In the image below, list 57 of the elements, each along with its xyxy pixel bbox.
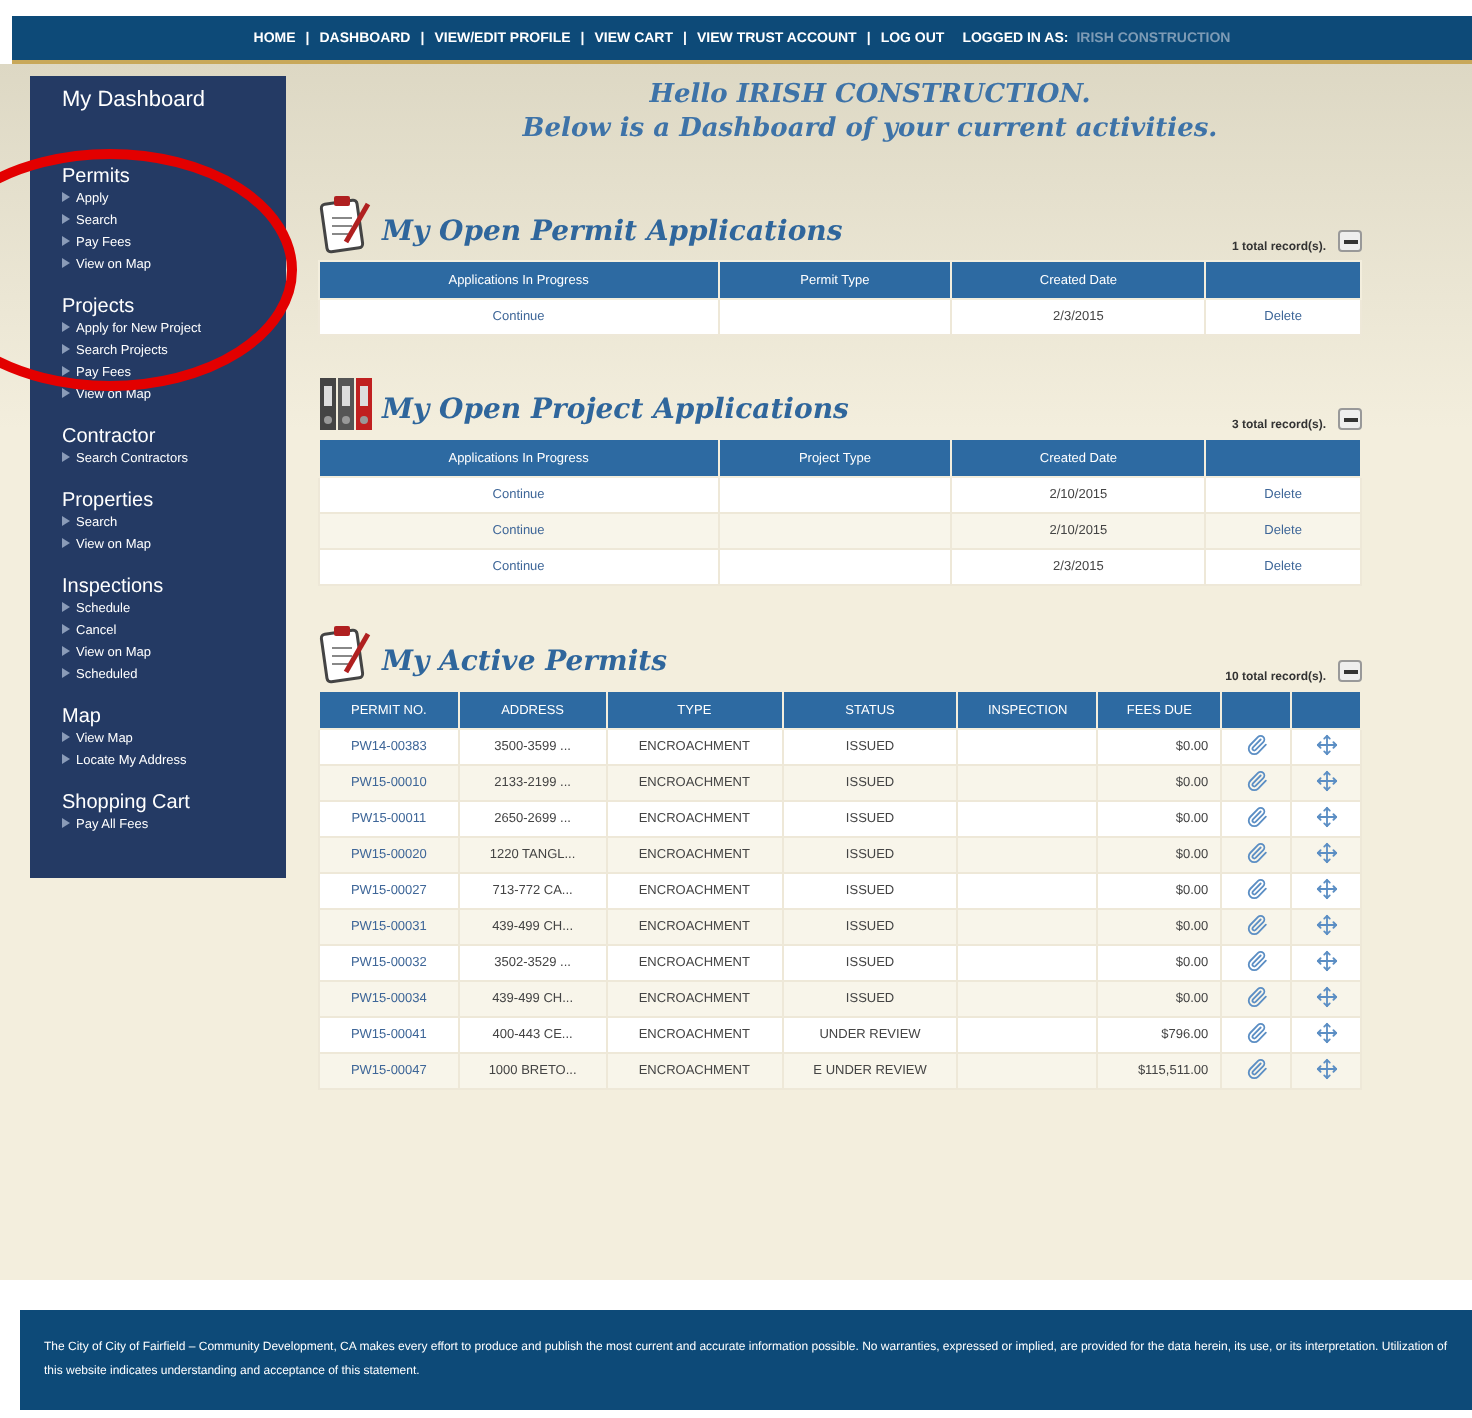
bullet-icon (62, 754, 70, 764)
sidebar-heading: Shopping Cart (62, 792, 192, 814)
bullet-icon (62, 624, 70, 634)
bullet-icon (62, 538, 70, 548)
binders-icon (318, 372, 374, 432)
move-icon[interactable] (1315, 806, 1338, 828)
bullet-icon (62, 322, 70, 332)
greeting-text: Hello IRISH CONSTRUCTION. (647, 78, 1093, 112)
bullet-icon (62, 366, 70, 376)
paperclip-icon[interactable] (1245, 878, 1268, 900)
paperclip-icon[interactable] (1245, 770, 1268, 792)
move-icon[interactable] (1315, 950, 1338, 972)
paperclip-icon[interactable] (1245, 1058, 1268, 1080)
move-icon[interactable] (1315, 1022, 1338, 1044)
bullet-icon (62, 646, 70, 656)
collapse-button[interactable] (1338, 408, 1362, 430)
bullet-icon (62, 668, 70, 678)
sidebar-heading: Contractor (62, 426, 158, 448)
bullet-icon (62, 818, 70, 828)
bullet-icon (62, 214, 70, 224)
collapse-button[interactable] (1338, 660, 1362, 682)
paperclip-icon[interactable] (1245, 986, 1268, 1008)
bullet-icon (62, 602, 70, 612)
greeting-text: Below is a Dashboard of your current activities. (520, 112, 1220, 146)
bullet-icon (62, 344, 70, 354)
move-icon[interactable] (1315, 914, 1338, 936)
paperclip-icon[interactable] (1245, 1022, 1268, 1044)
collapse-button[interactable] (1338, 230, 1362, 252)
sidebar-heading: Map (62, 706, 103, 728)
move-icon[interactable] (1315, 734, 1338, 756)
paperclip-icon[interactable] (1245, 806, 1268, 828)
move-icon[interactable] (1315, 842, 1338, 864)
sidebar-heading: Properties (62, 490, 156, 512)
sidebar-heading: Inspections (62, 576, 166, 598)
paperclip-icon[interactable] (1245, 734, 1268, 756)
section-title: My Active Permits (382, 646, 670, 678)
clipboard-icon (318, 624, 374, 684)
bullet-icon (62, 452, 70, 462)
bullet-icon (62, 236, 70, 246)
section-title: My Open Project Applications (382, 394, 851, 426)
paperclip-icon[interactable] (1245, 842, 1268, 864)
clipboard-icon (318, 194, 374, 254)
section-title: My Open Permit Applications (382, 216, 845, 248)
bullet-icon (62, 388, 70, 398)
bullet-icon (62, 192, 70, 202)
paperclip-icon[interactable] (1245, 950, 1268, 972)
move-icon[interactable] (1315, 770, 1338, 792)
bullet-icon (62, 516, 70, 526)
bullet-icon (62, 258, 70, 268)
sidebar-heading: Projects (62, 296, 137, 318)
sidebar-heading: Permits (62, 166, 132, 188)
sidebar-title: My Dashboard (62, 88, 208, 112)
move-icon[interactable] (1315, 878, 1338, 900)
move-icon[interactable] (1315, 986, 1338, 1008)
bullet-icon (62, 732, 70, 742)
move-icon[interactable] (1315, 1058, 1338, 1080)
paperclip-icon[interactable] (1245, 914, 1268, 936)
